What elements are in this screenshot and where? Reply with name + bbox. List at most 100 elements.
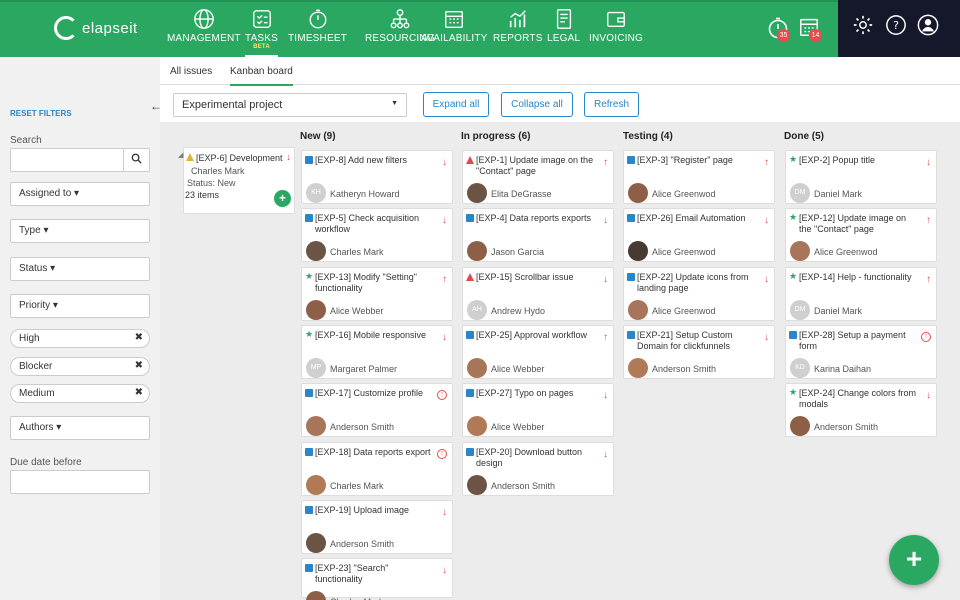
authors-dropdown[interactable]: Authors ▾ xyxy=(10,416,150,440)
priority-down-icon: ↓ xyxy=(764,273,769,285)
task-title: [EXP-28] Setup a payment form xyxy=(799,329,906,351)
priority-down-icon: ↓ xyxy=(442,565,447,577)
assignee-name: Anderson Smith xyxy=(652,363,717,374)
settings-button[interactable] xyxy=(852,14,878,40)
column-title: In progress (6) xyxy=(461,131,531,142)
nav-management[interactable]: MANAGEMENT xyxy=(167,8,241,58)
help-button[interactable]: ? xyxy=(885,14,911,40)
collapse-all-button[interactable]: Collapse all xyxy=(501,92,573,117)
collapse-sidebar-icon[interactable]: ← xyxy=(150,99,162,113)
nav-availability[interactable]: AVAILABILITY xyxy=(421,8,488,58)
task-card[interactable]: ★ [EXP-16] Mobile responsive ↓ MP Margaret P… xyxy=(301,324,453,379)
search-input[interactable] xyxy=(10,148,124,172)
add-task-fab[interactable]: + xyxy=(889,535,939,585)
refresh-button[interactable]: Refresh xyxy=(584,92,639,117)
story-icon xyxy=(466,447,474,456)
task-card[interactable]: [EXP-5] Check acquisition workflow ↓ Charl… xyxy=(301,208,453,263)
remove-chip-icon[interactable]: ✖ xyxy=(135,360,143,371)
priority-down-icon: ↓ xyxy=(442,331,447,343)
search-button[interactable] xyxy=(123,148,150,172)
avatar xyxy=(306,591,326,600)
reset-filters-link[interactable]: RESET FILTERS xyxy=(10,109,72,118)
task-title: [EXP-18] Data reports export xyxy=(315,446,431,457)
task-card[interactable]: ★ [EXP-2] Popup title ↓ DM Daniel Mark xyxy=(785,150,937,204)
task-card[interactable]: [EXP-28] Setup a payment form ↑ KD Karina D… xyxy=(785,324,937,379)
filter-chip-high: High ✖ xyxy=(10,329,150,348)
priority-blocker-icon: ↑ xyxy=(437,390,447,401)
avatar xyxy=(628,183,648,203)
story-icon xyxy=(305,564,313,573)
task-card[interactable]: [EXP-20] Download button design ↓ Anderson… xyxy=(462,441,614,496)
avatar xyxy=(306,241,326,262)
assignee-name: Alice Greenwod xyxy=(652,247,716,258)
group-card[interactable]: ◢ [EXP-6] Development ↓ Charles Mark Sta… xyxy=(178,147,295,214)
task-card[interactable]: [EXP-19] Upload image ↓ Anderson Smith xyxy=(301,499,453,554)
story-icon xyxy=(627,156,635,164)
remove-chip-icon[interactable]: ✖ xyxy=(135,332,143,343)
story-icon xyxy=(305,447,313,456)
task-title: [EXP-14] Help - functionality xyxy=(799,271,912,282)
nav-reports[interactable]: REPORTS xyxy=(493,8,543,58)
assignee-name: Charles Mark xyxy=(330,480,384,491)
calendar-button[interactable]: 14 xyxy=(798,16,824,42)
tab-kanban-board[interactable]: Kanban board xyxy=(230,66,293,86)
timer-button[interactable]: 35 xyxy=(766,16,792,42)
status-dropdown[interactable]: Status ▾ xyxy=(10,257,150,281)
task-card[interactable]: [EXP-25] Approval workflow ↑ Alice Webber xyxy=(462,324,614,379)
task-card[interactable]: ★ [EXP-13] Modify "Setting" functionality… xyxy=(301,266,453,321)
story-icon xyxy=(466,389,474,398)
task-card[interactable]: [EXP-15] Scrollbar issue ↓ AH Andrew Hydo xyxy=(462,266,614,321)
project-select[interactable]: Experimental project ▼ xyxy=(173,93,407,117)
task-title: [EXP-5] Check acquisition workflow xyxy=(315,213,420,235)
story-icon xyxy=(627,330,635,339)
task-card[interactable]: [EXP-26] Email Automation ↓ Alice Greenwod xyxy=(623,208,775,263)
priority-down-icon: ↓ xyxy=(603,390,608,402)
tab-all-issues[interactable]: All issues xyxy=(170,66,212,77)
task-card[interactable]: [EXP-17] Customize profile ↑ Anderson Smit… xyxy=(301,383,453,438)
task-card[interactable]: [EXP-8] Add new filters ↓ KH Katheryn Howar… xyxy=(301,150,453,204)
due-date-input[interactable] xyxy=(10,470,150,494)
task-card[interactable]: [EXP-23] "Search" functionality↓Charles … xyxy=(301,558,453,600)
nav-invoicing[interactable]: INVOICING xyxy=(589,8,643,58)
filter-chip-blocker: Blocker ✖ xyxy=(10,357,150,376)
collapse-group-icon[interactable]: ◢ xyxy=(178,151,183,159)
star-icon: ★ xyxy=(789,212,798,223)
story-icon xyxy=(305,389,313,398)
remove-chip-icon[interactable]: ✖ xyxy=(135,387,143,398)
task-card[interactable]: [EXP-4] Data reports exports ↓ Jason Garci… xyxy=(462,208,614,263)
task-title: [EXP-4] Data reports exports xyxy=(476,213,592,224)
nav-legal[interactable]: LEGAL xyxy=(547,8,580,58)
nav-timesheet[interactable]: TIMESHEET xyxy=(288,8,347,58)
assignee-name: Alice Webber xyxy=(491,363,545,374)
task-title: [EXP-19] Upload image xyxy=(315,504,410,515)
task-card[interactable]: [EXP-3] "Register" page ↑ Alice Greenwod xyxy=(623,150,775,204)
task-card[interactable]: ★ [EXP-12] Update image on the "Contact" … xyxy=(785,208,937,263)
priority-up-icon: ↑ xyxy=(603,157,608,168)
task-card[interactable]: ★ [EXP-14] Help - functionality ↑ DM Daniel … xyxy=(785,266,937,321)
task-card[interactable]: [EXP-1] Update image on the "Contact" pa… xyxy=(462,150,614,204)
nav-tasks[interactable]: TASKS BETA xyxy=(245,8,279,58)
add-item-button[interactable]: + xyxy=(274,190,291,207)
help-icon: ? xyxy=(886,15,906,35)
account-area: ? xyxy=(838,0,960,57)
user-menu-button[interactable] xyxy=(917,14,943,40)
app-logo[interactable]: elapseit xyxy=(54,16,138,40)
priority-dropdown[interactable]: Priority ▾ xyxy=(10,294,150,318)
chip-label: Blocker xyxy=(19,361,53,372)
chevron-down-icon: ▼ xyxy=(391,100,398,107)
assigned-to-dropdown[interactable]: Assigned to ▾ xyxy=(10,182,150,206)
expand-all-button[interactable]: Expand all xyxy=(423,92,489,117)
task-card[interactable]: [EXP-27] Typo on pages ↓ Alice Webber xyxy=(462,383,614,438)
story-icon xyxy=(789,330,797,339)
avatar: KH xyxy=(306,183,326,203)
task-title: [EXP-25] Approval workflow xyxy=(476,329,588,340)
type-dropdown[interactable]: Type ▾ xyxy=(10,219,150,243)
assignee-name: Charles Mark xyxy=(330,247,384,258)
priority-down-icon: ↓ xyxy=(603,448,608,460)
task-card[interactable]: [EXP-18] Data reports export ↑ Charles Mar… xyxy=(301,441,453,496)
task-card[interactable]: [EXP-22] Update icons from landing page ↓… xyxy=(623,266,775,321)
assignee-name: Daniel Mark xyxy=(814,305,863,316)
task-card[interactable]: [EXP-21] Setup Custom Domain for clickfu… xyxy=(623,324,775,379)
avatar xyxy=(628,299,648,320)
task-card[interactable]: ★ [EXP-24] Change colors from modals ↓ Ande… xyxy=(785,383,937,438)
